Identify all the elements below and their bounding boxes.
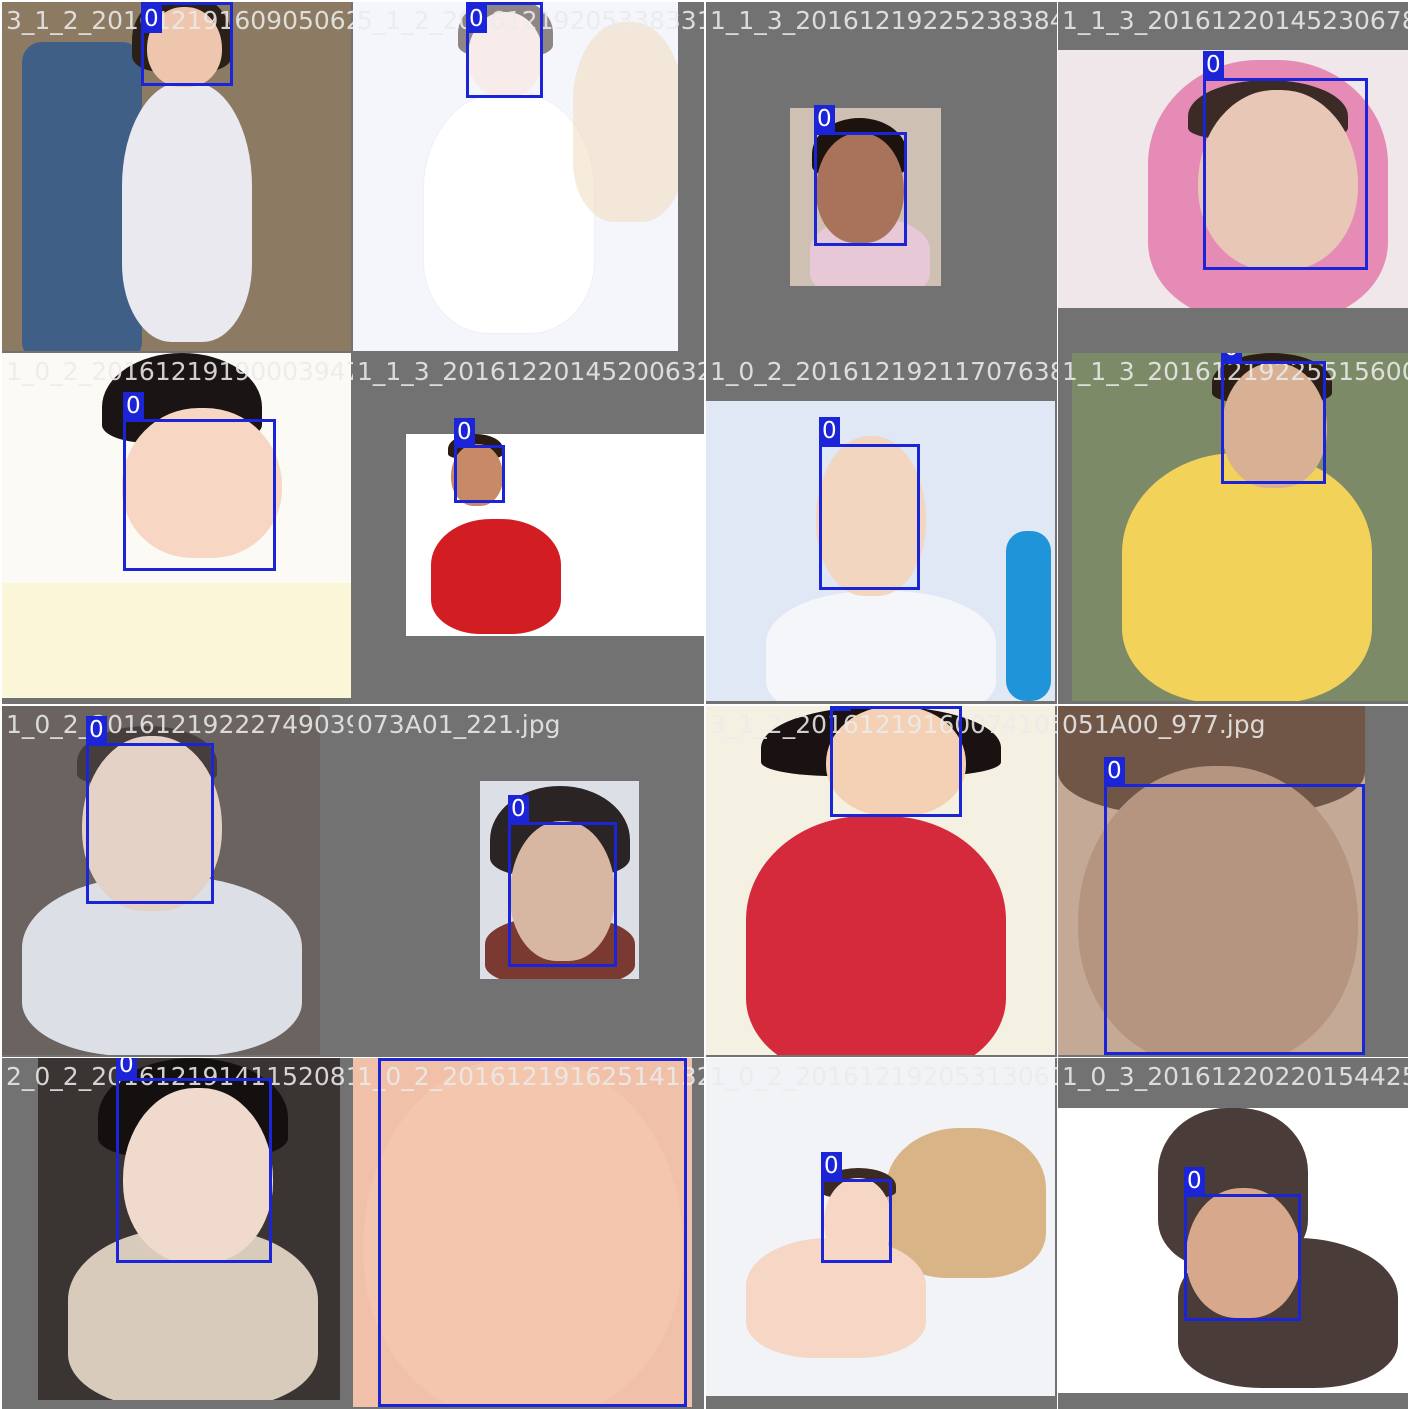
class-label: 0 — [819, 417, 840, 445]
detection-box: 0 — [814, 105, 907, 246]
detection-box: 0 — [821, 1152, 892, 1263]
image-tile: 3_1_2_20161219160074105.jpg 0 — [706, 706, 1057, 1057]
class-label: 0 — [830, 706, 851, 711]
detection-box: 0 — [1203, 51, 1368, 270]
detection-box: 0 — [116, 1058, 272, 1263]
class-label: 0 — [123, 392, 144, 420]
image-tile: 1_0_3_20161220220154425.jpg 0 — [1058, 1058, 1408, 1409]
image-tile: 1_1_3_20161219225238384.jpg 0 — [706, 2, 1057, 353]
detection-mosaic: 3_1_2_20161219160905062.jpg 0 5_1_2_2016… — [0, 0, 1408, 1409]
image-tile: 2_0_2_20161219141152081.jpg 0 — [2, 1058, 353, 1409]
detection-box: 0 — [466, 2, 543, 98]
class-label: 0 — [1221, 353, 1242, 362]
detection-box: 0 — [819, 417, 920, 590]
class-label: 0 — [508, 795, 529, 823]
detection-box: 0 — [1104, 757, 1365, 1055]
image-filename: 1_1_3_20161220145230678.jpg — [1062, 6, 1408, 35]
image-tile: 051A00_977.jpg 0 — [1058, 706, 1408, 1057]
detection-box: 0 — [141, 2, 233, 86]
class-label: 0 — [1184, 1167, 1205, 1195]
class-label: 0 — [378, 1058, 399, 1059]
image-tile: 1_1_3_20161220145200632.jpg 0 — [353, 353, 704, 704]
class-label: 0 — [1104, 757, 1125, 785]
image-filename: 1_1_3_20161219225238384.jpg — [710, 6, 1057, 35]
image-tile: 1_0_2_20161219205313061.jpg 0 — [706, 1058, 1057, 1409]
detection-box: 0 — [378, 1058, 687, 1407]
image-filename: 1_1_3_20161220145200632.jpg — [357, 357, 704, 386]
detection-box: 0 — [508, 795, 617, 967]
image-filename: 1_0_2_20161219211707638.jpg — [710, 357, 1057, 386]
class-label: 0 — [454, 418, 475, 446]
photo — [406, 434, 704, 636]
class-label: 0 — [86, 716, 107, 744]
image-tile: 1_0_2_20161219190003947.jpg 0 — [2, 353, 353, 704]
class-label: 0 — [814, 105, 835, 133]
image-tile: 5_1_2_20161219205338331.jpg 0 — [353, 2, 704, 353]
image-tile: 1_1_3_20161220145230678.jpg 0 — [1058, 2, 1408, 353]
class-label: 0 — [141, 5, 162, 33]
image-tile: 1_0_2_20161219162514132.jpg 0 — [353, 1058, 704, 1409]
image-tile: 1_0_2_20161219222749039.jpg 0 — [2, 706, 353, 1057]
image-filename: 073A01_221.jpg — [357, 710, 561, 739]
detection-box: 0 — [86, 716, 214, 904]
detection-box: 0 — [1221, 353, 1326, 484]
class-label: 0 — [1203, 51, 1224, 79]
class-label: 0 — [821, 1152, 842, 1180]
detection-box: 0 — [454, 418, 505, 503]
detection-box: 0 — [123, 392, 276, 571]
detection-box: 0 — [1184, 1167, 1301, 1321]
image-tile: 073A01_221.jpg 0 — [353, 706, 704, 1057]
image-tile: 1_1_3_20161219225515600.jpg 0 — [1058, 353, 1408, 704]
image-tile: 3_1_2_20161219160905062.jpg 0 — [2, 2, 353, 353]
detection-box: 0 — [830, 706, 962, 817]
image-tile: 1_0_2_20161219211707638.jpg 0 — [706, 353, 1057, 704]
image-filename: 1_0_3_20161220220154425.jpg — [1062, 1062, 1408, 1091]
class-label: 0 — [116, 1058, 137, 1079]
class-label: 0 — [466, 5, 487, 33]
